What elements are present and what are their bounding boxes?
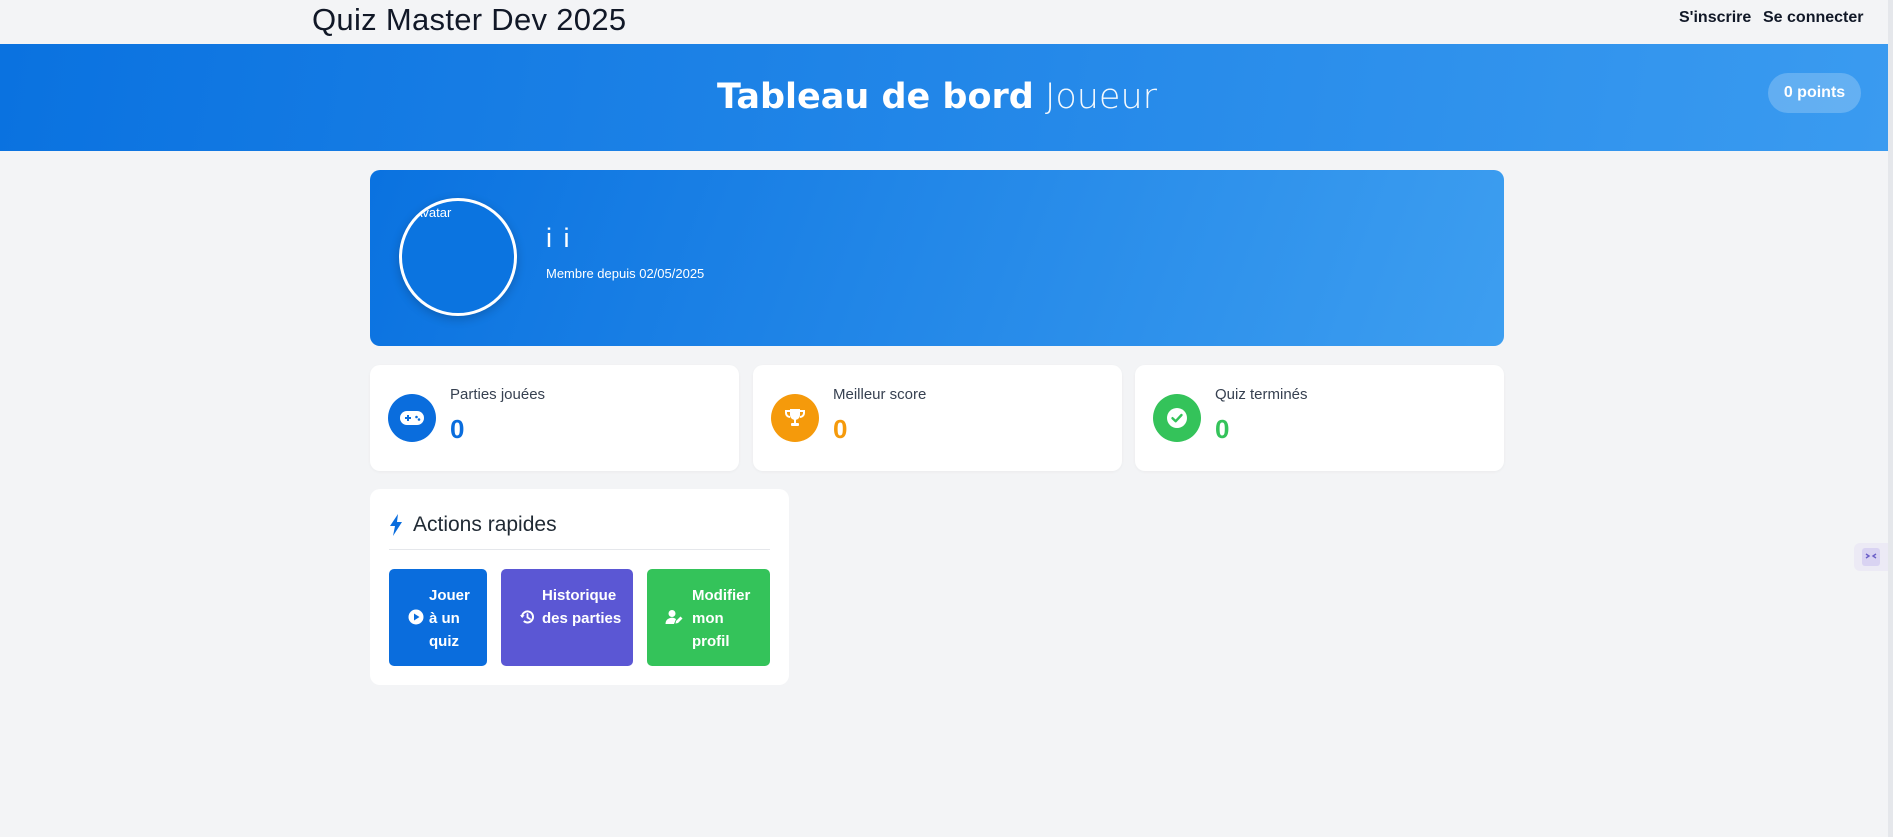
quick-actions-heading: Actions rapides — [389, 513, 557, 537]
stat-card-games-played: Parties jouées 0 — [370, 365, 739, 471]
extension-icon — [1862, 548, 1880, 566]
check-circle-icon — [1153, 394, 1201, 442]
trophy-icon — [771, 394, 819, 442]
play-circle-icon — [408, 609, 424, 625]
gamepad-icon — [388, 394, 436, 442]
quick-actions-card: Actions rapides Jouer à un quiz Historiq… — [370, 489, 789, 685]
play-quiz-button[interactable]: Jouer à un quiz — [389, 569, 487, 666]
page-title-strong: Tableau de bord — [716, 77, 1034, 117]
avatar-alt-text: Avatar — [414, 205, 452, 220]
divider — [389, 549, 770, 550]
login-link[interactable]: Se connecter — [1763, 9, 1863, 27]
edit-profile-button[interactable]: Modifier mon profil — [647, 569, 770, 666]
username: i i — [546, 223, 572, 253]
history-label: Historique des parties — [542, 587, 622, 627]
stat-label: Parties jouées — [450, 386, 546, 403]
page-scrollbar[interactable] — [1888, 0, 1893, 837]
play-quiz-label: Jouer à un quiz — [429, 587, 470, 650]
brand-title[interactable]: Quiz Master Dev 2025 — [312, 2, 626, 38]
avatar[interactable]: Avatar — [399, 198, 517, 316]
history-button[interactable]: Historique des parties — [501, 569, 633, 666]
signup-link[interactable]: S'inscrire — [1679, 9, 1751, 27]
stat-value: 0 — [1215, 414, 1230, 444]
page-title: Tableau de bord Joueur — [0, 77, 1874, 117]
stat-card-best-score: Meilleur score 0 — [753, 365, 1122, 471]
history-icon — [520, 610, 534, 624]
dashboard-header: Tableau de bord Joueur 0 points — [0, 44, 1888, 151]
side-extension-tab[interactable] — [1854, 543, 1888, 571]
stat-value: 0 — [450, 414, 465, 444]
page-title-light: Joueur — [1045, 77, 1158, 117]
points-badge: 0 points — [1768, 73, 1861, 113]
stat-value: 0 — [833, 414, 848, 444]
bolt-icon — [390, 514, 402, 536]
user-edit-icon — [665, 610, 683, 624]
edit-profile-label: Modifier mon profil — [692, 587, 751, 650]
profile-card: Avatar i i Membre depuis 02/05/2025 — [370, 170, 1504, 346]
top-navbar: Quiz Master Dev 2025 S'inscrire Se conne… — [0, 0, 1888, 44]
stat-label: Quiz terminés — [1215, 386, 1308, 403]
member-since: Membre depuis 02/05/2025 — [546, 266, 705, 281]
stat-label: Meilleur score — [833, 386, 927, 403]
stat-card-quizzes-completed: Quiz terminés 0 — [1135, 365, 1504, 471]
quick-actions-title: Actions rapides — [413, 513, 557, 536]
